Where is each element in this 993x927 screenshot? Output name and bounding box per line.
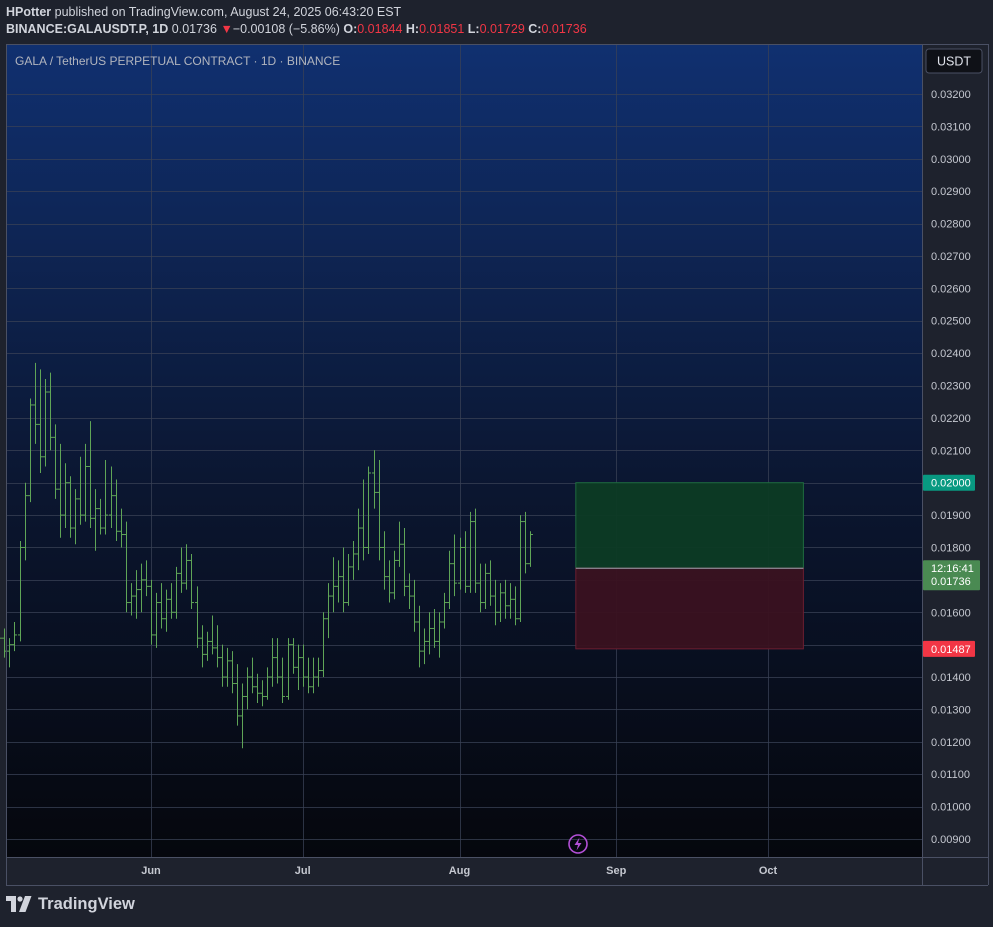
close-label: C: — [528, 22, 542, 36]
open-label: O: — [343, 22, 358, 36]
close-value: 0.01736 — [541, 22, 587, 36]
price-tick-label: 0.02700 — [931, 251, 971, 263]
price-tick-label: 0.01200 — [931, 737, 971, 749]
high-value: 0.01851 — [419, 22, 465, 36]
price-tick-label: 0.01900 — [931, 510, 971, 522]
publisher-name[interactable]: HPotter — [6, 5, 51, 19]
price-tick-label: 0.01800 — [931, 542, 971, 554]
footer-brand: TradingView — [38, 894, 135, 913]
price-change: −0.00108 (−5.86%) — [232, 22, 340, 36]
price-tick-label: 0.01400 — [931, 672, 971, 684]
time-tick-label: Sep — [606, 865, 626, 877]
target-price-label: 0.02000 — [923, 474, 975, 491]
symbol-name: BINANCE:GALAUSDT.P, 1D — [6, 22, 169, 36]
loss-zone[interactable] — [575, 567, 804, 650]
risk-reward-zone[interactable] — [575, 482, 804, 650]
price-tick-label: 0.01600 — [931, 607, 971, 619]
stop-price-label-text: 0.01487 — [931, 644, 971, 656]
footer-bg — [0, 885, 993, 922]
chart-container[interactable]: 0.03200 0.03100 0.03000 0.02900 0.02800 0.027… — [0, 0, 993, 922]
price-tick-label: 0.00900 — [931, 834, 971, 846]
high-label: H: — [405, 22, 420, 36]
currency-button[interactable]: USDT — [925, 48, 983, 74]
publish-info: HPotter published on TradingView.com, Au… — [6, 5, 401, 19]
published-text: published on TradingView.com, August 24,… — [54, 5, 402, 19]
price-axis[interactable]: 0.03200 0.03100 0.03000 0.02900 0.02800 0.027… — [922, 44, 988, 885]
down-arrow-icon: ▼ — [220, 22, 233, 36]
price-tick-label: 0.01300 — [931, 704, 971, 716]
price-tick-label: 0.01100 — [931, 769, 970, 781]
profit-zone[interactable] — [575, 482, 804, 569]
price-axis-bg — [922, 44, 988, 885]
low-label: L: — [467, 22, 480, 36]
current-price-text: 0.01736 — [931, 576, 971, 588]
price-tick-label: 0.03200 — [931, 89, 971, 101]
price-tick-label: 0.02200 — [931, 413, 971, 425]
price-tick-label: 0.02300 — [931, 381, 971, 393]
price-tick-label: 0.01000 — [931, 802, 971, 814]
target-price-label-text: 0.02000 — [931, 478, 971, 490]
time-tick-label: Oct — [759, 865, 778, 877]
time-tick-label: Jul — [295, 865, 311, 877]
price-tick-label: 0.02400 — [931, 348, 971, 360]
currency-button-label: USDT — [937, 55, 971, 69]
price-tick-label: 0.03000 — [931, 154, 971, 166]
price-tick-label: 0.02100 — [931, 445, 971, 457]
price-tick-label: 0.03100 — [931, 121, 971, 133]
tradingview-icon — [6, 896, 32, 912]
tradingview-logo[interactable]: TradingView — [6, 893, 135, 915]
low-value: 0.01729 — [479, 22, 525, 36]
price-tick-label: 0.02900 — [931, 186, 971, 198]
open-value: 0.01844 — [357, 22, 403, 36]
price-tick-label: 0.02800 — [931, 219, 971, 231]
time-tick-label: Aug — [449, 865, 470, 877]
symbol-info: BINANCE:GALAUSDT.P, 1D 0.01736 ▼−0.00108… — [6, 22, 587, 36]
price-tick-label: 0.02500 — [931, 316, 971, 328]
time-tick-label: Jun — [141, 865, 161, 877]
chart-title: GALA / TetherUS PERPETUAL CONTRACT · 1D … — [15, 54, 340, 68]
last-price: 0.01736 — [171, 22, 217, 36]
countdown-text: 12:16:41 — [931, 563, 974, 575]
ohlc-chart[interactable]: 0.03200 0.03100 0.03000 0.02900 0.02800 0.027… — [0, 0, 993, 922]
stop-price-label: 0.01487 — [923, 640, 975, 657]
ohlc-bar — [0, 637, 2, 639]
price-tick-label: 0.02600 — [931, 283, 971, 295]
